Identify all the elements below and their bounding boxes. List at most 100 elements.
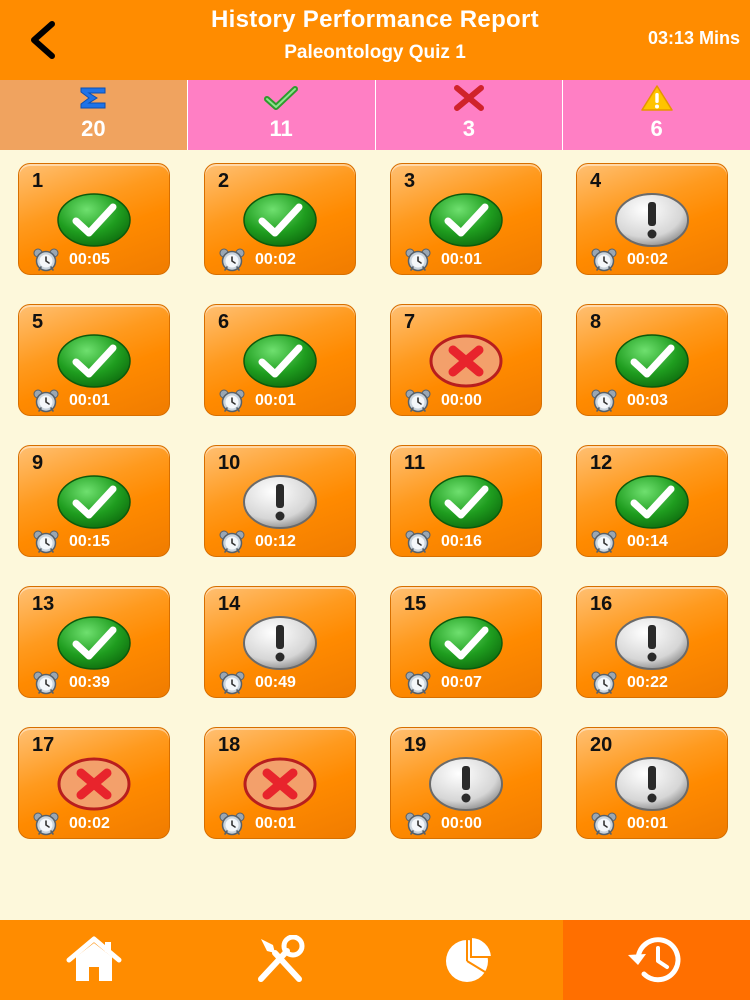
correct-icon xyxy=(57,616,131,670)
question-status xyxy=(428,333,504,389)
skipped-icon xyxy=(429,757,503,811)
question-time: 00:16 xyxy=(441,533,482,550)
question-number: 8 xyxy=(590,311,602,333)
clock-holder xyxy=(219,671,245,695)
question-card[interactable]: 12 00:14 xyxy=(576,445,728,557)
total-count: 20 xyxy=(81,116,106,141)
clock-holder xyxy=(33,389,59,413)
clock-holder xyxy=(405,812,431,836)
alarm-clock-icon xyxy=(33,389,59,413)
clock-holder xyxy=(219,812,245,836)
question-card[interactable]: 20 00:01 xyxy=(576,727,728,839)
question-time: 00:02 xyxy=(255,251,296,268)
alarm-clock-icon xyxy=(405,671,431,695)
clock-holder xyxy=(405,671,431,695)
correct-icon xyxy=(243,193,317,247)
question-card[interactable]: 13 00:39 xyxy=(18,586,170,698)
skipped-icon xyxy=(615,193,689,247)
clock-holder xyxy=(591,248,617,272)
question-number: 5 xyxy=(32,311,44,333)
page-title: History Performance Report xyxy=(211,6,539,33)
alarm-clock-icon xyxy=(405,812,431,836)
question-card[interactable]: 15 00:07 xyxy=(390,586,542,698)
question-status xyxy=(242,333,318,389)
question-card[interactable]: 5 00:01 xyxy=(18,304,170,416)
tools-icon xyxy=(258,935,305,982)
sigma-icon xyxy=(80,87,106,109)
question-number: 2 xyxy=(218,170,230,192)
question-status xyxy=(242,756,318,812)
alarm-clock-icon xyxy=(219,389,245,413)
question-card[interactable]: 19 00:00 xyxy=(390,727,542,839)
skipped-icon xyxy=(615,757,689,811)
question-status xyxy=(428,192,504,248)
question-number: 13 xyxy=(32,593,55,615)
question-time: 00:22 xyxy=(627,674,668,691)
question-number: 14 xyxy=(218,593,241,615)
clock-holder xyxy=(33,671,59,695)
correct-icon xyxy=(243,334,317,388)
alarm-clock-icon xyxy=(33,671,59,695)
question-time: 00:14 xyxy=(627,533,668,550)
alarm-clock-icon xyxy=(591,248,617,272)
nav-settings[interactable] xyxy=(188,920,376,1000)
alarm-clock-icon xyxy=(33,248,59,272)
question-number: 18 xyxy=(218,734,241,756)
alarm-clock-icon xyxy=(591,671,617,695)
skipped-icon xyxy=(243,616,317,670)
question-card[interactable]: 7 00:00 xyxy=(390,304,542,416)
question-status xyxy=(428,474,504,530)
question-card[interactable]: 4 00:02 xyxy=(576,163,728,275)
question-time: 00:15 xyxy=(69,533,110,550)
nav-history[interactable] xyxy=(562,920,750,1000)
question-status xyxy=(614,756,690,812)
question-number: 4 xyxy=(590,170,602,192)
question-number: 10 xyxy=(218,452,241,474)
question-number: 20 xyxy=(590,734,613,756)
question-card[interactable]: 3 00:01 xyxy=(390,163,542,275)
question-card[interactable]: 1 00:05 xyxy=(18,163,170,275)
clock-holder xyxy=(405,530,431,554)
alarm-clock-icon xyxy=(219,248,245,272)
question-number: 19 xyxy=(404,734,427,756)
question-time: 00:39 xyxy=(69,674,110,691)
question-time: 00:02 xyxy=(627,251,668,268)
question-card[interactable]: 11 00:16 xyxy=(390,445,542,557)
alarm-clock-icon xyxy=(405,248,431,272)
question-number: 7 xyxy=(404,311,416,333)
header-bar: History Performance Report Paleontology … xyxy=(0,0,750,80)
clock-holder xyxy=(219,530,245,554)
question-number: 6 xyxy=(218,311,230,333)
question-card[interactable]: 2 00:02 xyxy=(204,163,356,275)
alarm-clock-icon xyxy=(219,530,245,554)
question-card[interactable]: 14 00:49 xyxy=(204,586,356,698)
alarm-clock-icon xyxy=(33,812,59,836)
question-card[interactable]: 6 00:01 xyxy=(204,304,356,416)
question-card[interactable]: 18 00:01 xyxy=(204,727,356,839)
question-time: 00:07 xyxy=(441,674,482,691)
question-status xyxy=(56,192,132,248)
question-card[interactable]: 16 00:22 xyxy=(576,586,728,698)
alarm-clock-icon xyxy=(219,671,245,695)
question-card[interactable]: 8 00:03 xyxy=(576,304,728,416)
question-card[interactable]: 9 00:15 xyxy=(18,445,170,557)
wrong-icon xyxy=(429,334,503,388)
question-number: 3 xyxy=(404,170,416,192)
question-status xyxy=(614,192,690,248)
summary-skipped: 6 xyxy=(563,80,750,150)
clock-holder xyxy=(405,389,431,413)
question-card[interactable]: 10 00:12 xyxy=(204,445,356,557)
nav-statistics[interactable] xyxy=(375,920,563,1000)
skipped-icon xyxy=(615,616,689,670)
question-status xyxy=(56,615,132,671)
question-status xyxy=(242,615,318,671)
question-status xyxy=(56,333,132,389)
pie-chart-icon xyxy=(445,935,493,982)
question-card[interactable]: 17 00:02 xyxy=(18,727,170,839)
nav-home[interactable] xyxy=(0,920,188,1000)
clock-holder xyxy=(405,248,431,272)
clock-holder xyxy=(591,671,617,695)
question-status xyxy=(614,333,690,389)
question-grid: 1 00:05 2 00:02 3 00:01 4 00:02 5 00:01 6 00:01 7 00:… xyxy=(18,163,732,839)
question-status xyxy=(242,474,318,530)
